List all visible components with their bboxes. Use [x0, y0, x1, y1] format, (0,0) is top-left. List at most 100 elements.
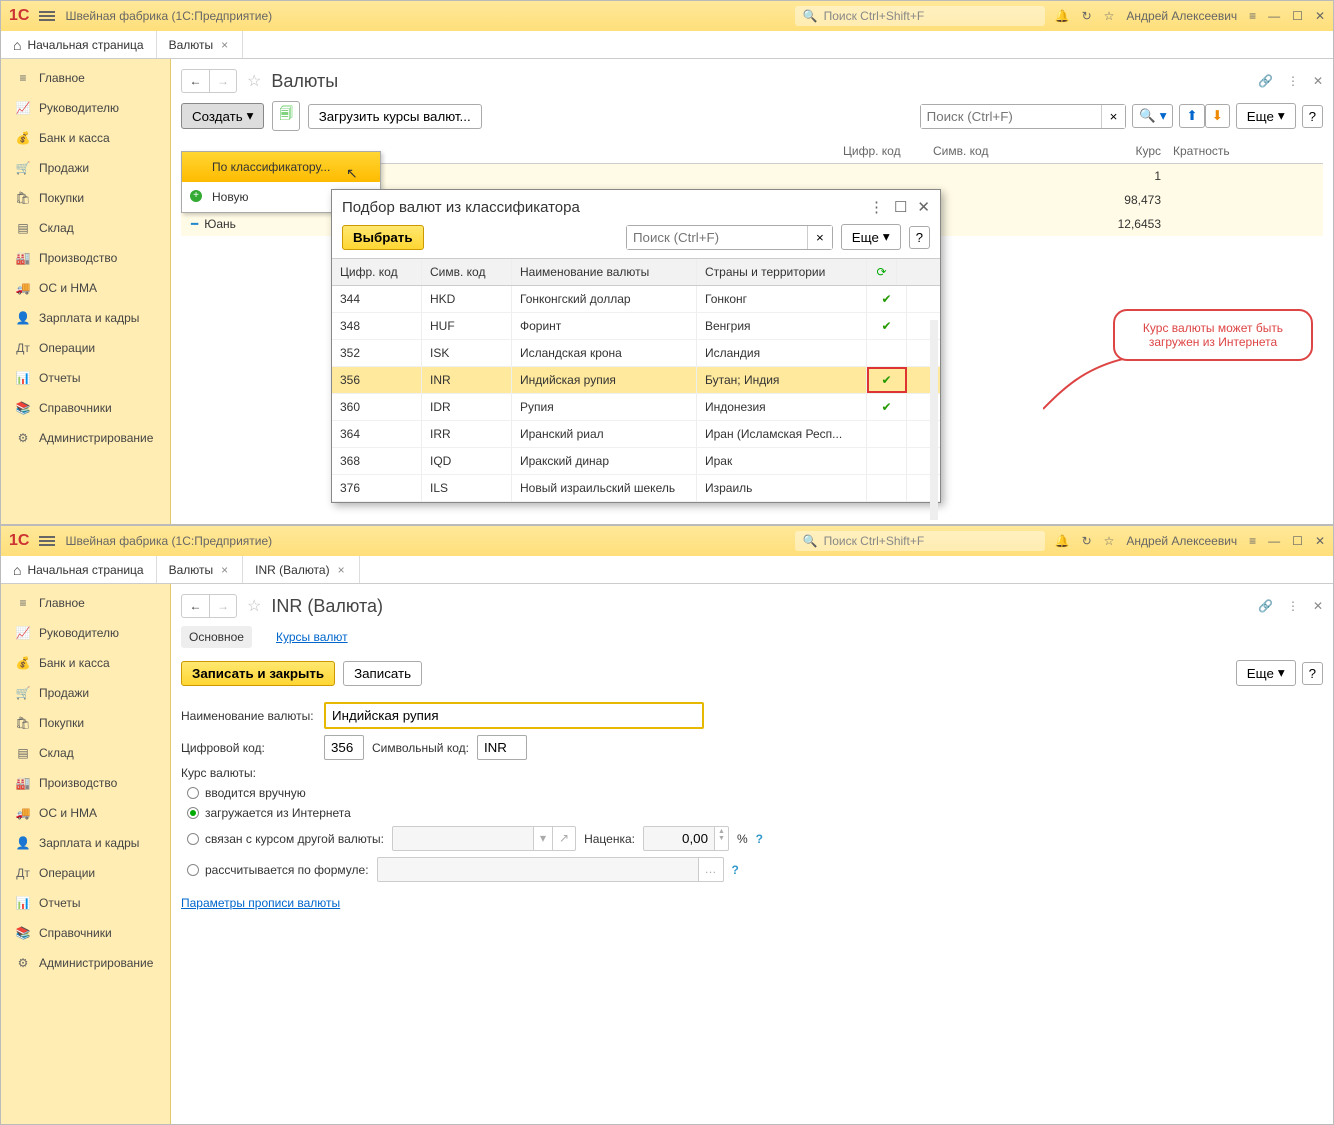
history-icon[interactable]: ↻	[1082, 9, 1092, 23]
tab-home[interactable]: Начальная страница	[1, 556, 157, 583]
clear-search-icon[interactable]: ×	[807, 226, 832, 249]
sym-input[interactable]	[477, 735, 527, 760]
form-tab-main[interactable]: Основное	[181, 626, 252, 648]
user-name[interactable]: Андрей Алексеевич	[1126, 534, 1237, 548]
radio-manual[interactable]: вводится вручную	[187, 786, 306, 800]
settings-icon[interactable]: ≡	[1249, 534, 1256, 548]
create-button[interactable]: Создать ▾	[181, 103, 264, 129]
link-icon[interactable]: 🔗	[1258, 74, 1273, 88]
kebab-icon[interactable]: ⋮	[1287, 74, 1299, 88]
tab-currencies[interactable]: Валюты×	[157, 556, 244, 583]
modal-maximize-icon[interactable]: ☐	[894, 198, 907, 216]
maximize-icon[interactable]: ☐	[1292, 9, 1303, 23]
sidebar-item[interactable]: 📈Руководителю	[1, 618, 170, 648]
minimize-icon[interactable]: —	[1268, 9, 1280, 23]
global-search[interactable]: 🔍 Поиск Ctrl+Shift+F	[795, 531, 1045, 551]
radio-linked[interactable]: связан с курсом другой валюты:	[187, 832, 384, 846]
global-search[interactable]: 🔍 Поиск Ctrl+Shift+F	[795, 6, 1045, 26]
save-button[interactable]: Записать	[343, 661, 422, 686]
col-sym[interactable]: Симв. код	[933, 144, 1083, 158]
favorite-star-icon[interactable]: ☆	[247, 71, 261, 91]
sidebar-item[interactable]: 💰Банк и касса	[1, 123, 170, 153]
sidebar-item[interactable]: 👤Зарплата и кадры	[1, 828, 170, 858]
table-row[interactable]: 348HUFФоринтВенгрия✔	[332, 313, 940, 340]
modal-close-icon[interactable]: ✕	[917, 198, 930, 216]
sidebar-item[interactable]: 🏭Производство	[1, 243, 170, 273]
scrollbar[interactable]	[930, 320, 938, 520]
bell-icon[interactable]: 🔔	[1055, 534, 1070, 548]
close-icon[interactable]: ✕	[1315, 9, 1325, 23]
search-input[interactable]: ×	[920, 104, 1127, 129]
sidebar-item[interactable]: ≡Главное	[1, 588, 170, 618]
markup-input[interactable]	[644, 827, 714, 850]
sidebar-item[interactable]: 🛍Покупки	[1, 708, 170, 738]
help-button[interactable]: ?	[1302, 662, 1323, 685]
history-icon[interactable]: ↻	[1082, 534, 1092, 548]
table-row[interactable]: 356INRИндийская рупияБутан; Индия✔	[332, 367, 940, 394]
sidebar-item[interactable]: ДтОперации	[1, 858, 170, 888]
refresh-icon[interactable]: ⟳	[867, 259, 897, 285]
tab-close-icon[interactable]: ×	[219, 563, 230, 577]
sidebar-item[interactable]: 💰Банк и касса	[1, 648, 170, 678]
modal-search-input[interactable]: ×	[626, 225, 833, 250]
settings-icon[interactable]: ≡	[1249, 9, 1256, 23]
sidebar-item[interactable]: ⚙Администрирование	[1, 948, 170, 978]
link-icon[interactable]: 🔗	[1258, 599, 1273, 613]
help-hint-icon[interactable]: ?	[732, 863, 739, 877]
open-icon[interactable]: ↗	[552, 827, 575, 850]
formula-input[interactable]	[378, 858, 698, 881]
nav-forward-button[interactable]: →	[209, 594, 237, 618]
sidebar-item[interactable]: 📈Руководителю	[1, 93, 170, 123]
sidebar-item[interactable]: ⚙Администрирование	[1, 423, 170, 453]
select-button[interactable]: Выбрать	[342, 225, 424, 250]
close-page-icon[interactable]: ✕	[1313, 74, 1323, 88]
more-button[interactable]: Еще ▾	[1236, 660, 1296, 686]
minimize-icon[interactable]: —	[1268, 534, 1280, 548]
form-tab-rates[interactable]: Курсы валют	[268, 626, 356, 648]
table-row[interactable]: 376ILSНовый израильский шекельИзраиль	[332, 475, 940, 502]
col-rate[interactable]: Курс	[1083, 144, 1173, 158]
sidebar-item[interactable]: 📊Отчеты	[1, 888, 170, 918]
nav-forward-button[interactable]: →	[209, 69, 237, 93]
arrow-up-button[interactable]: ⬆	[1179, 104, 1204, 128]
close-page-icon[interactable]: ✕	[1313, 599, 1323, 613]
save-close-button[interactable]: Записать и закрыть	[181, 661, 335, 686]
sidebar-item[interactable]: ДтОперации	[1, 333, 170, 363]
table-row[interactable]: 352ISKИсландская кронаИсландия	[332, 340, 940, 367]
sidebar-item[interactable]: 🚚ОС и НМА	[1, 798, 170, 828]
col-code[interactable]: Цифр. код	[843, 144, 933, 158]
radio-formula[interactable]: рассчитывается по формуле:	[187, 863, 369, 877]
name-input[interactable]	[324, 702, 704, 729]
user-name[interactable]: Андрей Алексеевич	[1126, 9, 1237, 23]
sidebar-item[interactable]: 🛍Покупки	[1, 183, 170, 213]
arrow-down-button[interactable]: ⬇	[1205, 104, 1230, 128]
clear-search-icon[interactable]: ×	[1101, 105, 1126, 128]
sidebar-item[interactable]: ▤Склад	[1, 738, 170, 768]
spell-params-link[interactable]: Параметры прописи валюты	[181, 896, 340, 910]
linked-currency-input[interactable]	[393, 827, 533, 850]
code-input[interactable]	[324, 735, 364, 760]
bell-icon[interactable]: 🔔	[1055, 9, 1070, 23]
table-row[interactable]: 360IDRРупияИндонезия✔	[332, 394, 940, 421]
star-icon[interactable]: ☆	[1104, 534, 1115, 548]
sidebar-item[interactable]: 📚Справочники	[1, 393, 170, 423]
table-row[interactable]: 368IQDИракский динарИрак	[332, 448, 940, 475]
tab-close-icon[interactable]: ×	[336, 563, 347, 577]
sidebar-item[interactable]: ≡Главное	[1, 63, 170, 93]
sidebar-item[interactable]: 🛒Продажи	[1, 678, 170, 708]
more-button[interactable]: Еще ▾	[1236, 103, 1296, 129]
kebab-icon[interactable]: ⋮	[1287, 599, 1299, 613]
modal-kebab-icon[interactable]: ⋮	[869, 198, 884, 216]
copy-button[interactable]: 🗐	[272, 101, 299, 131]
tab-inr[interactable]: INR (Валюта)×	[243, 556, 359, 583]
sidebar-item[interactable]: 👤Зарплата и кадры	[1, 303, 170, 333]
star-icon[interactable]: ☆	[1104, 9, 1115, 23]
spinner-icon[interactable]: ▲▼	[714, 827, 728, 850]
table-row[interactable]: 344HKDГонконгский долларГонконг✔	[332, 286, 940, 313]
sidebar-item[interactable]: 📊Отчеты	[1, 363, 170, 393]
sidebar-item[interactable]: 🚚ОС и НМА	[1, 273, 170, 303]
sidebar-item[interactable]: 🏭Производство	[1, 768, 170, 798]
favorite-star-icon[interactable]: ☆	[247, 596, 261, 616]
radio-internet[interactable]: загружается из Интернета	[187, 806, 351, 820]
tab-currencies[interactable]: Валюты×	[157, 31, 244, 58]
